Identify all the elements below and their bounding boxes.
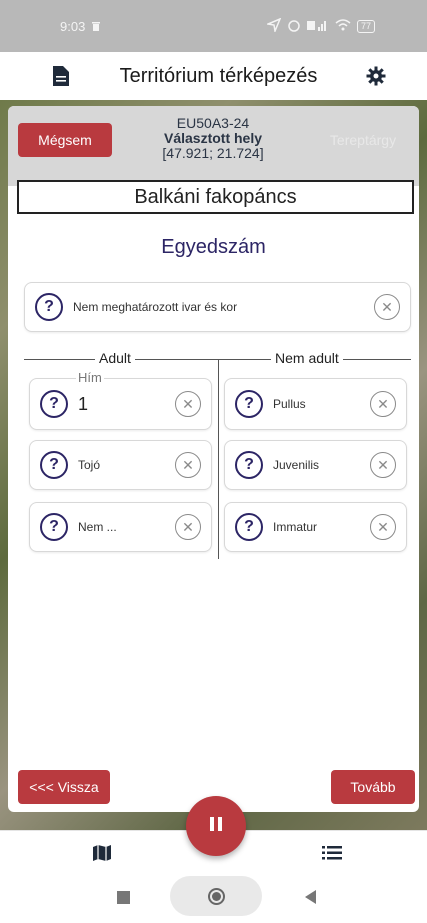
adult-male-label: Hím [76,370,104,385]
clear-icon[interactable]: ✕ [175,391,201,417]
status-bar: 9:03 77 [0,0,427,52]
question-icon[interactable]: ? [40,390,68,418]
pause-button[interactable] [186,796,246,856]
home-button[interactable] [170,876,262,916]
document-icon[interactable] [50,65,72,87]
clear-icon[interactable]: ✕ [370,452,396,478]
question-icon[interactable]: ? [235,513,263,541]
app-bar: Territórium térképezés [0,52,427,100]
non-adult-heading: Nem adult [271,350,343,366]
signal-icon [306,19,329,34]
section-title: Egyedszám [161,236,266,258]
question-icon[interactable]: ? [35,293,63,321]
question-icon[interactable]: ? [40,513,68,541]
location-label: Választott hely [163,130,263,146]
adult-heading: Adult [95,350,135,366]
non-adult-label: Pullus [273,397,306,411]
wifi-icon [335,18,351,34]
home-icon [207,887,225,905]
adult-female-row[interactable]: ? Tojó ✕ [29,440,212,490]
non-adult-row-juvenilis[interactable]: ? Juvenilis ✕ [224,440,407,490]
non-adult-label: Juvenilis [273,458,320,472]
non-adult-row-immatur[interactable]: ? Immatur ✕ [224,502,407,552]
location-arrow-icon [265,17,282,35]
clear-icon[interactable]: ✕ [175,514,201,540]
non-adult-row-pullus[interactable]: ? Pullus ✕ [224,378,407,430]
list-icon[interactable] [320,843,344,863]
clear-icon[interactable]: ✕ [175,452,201,478]
trash-icon [91,19,101,34]
page-title: Territórium térképezés [119,64,318,87]
gear-icon[interactable] [365,65,387,87]
observation-panel: Mégsem EU50A3-24 Választott hely [47.921… [8,106,419,812]
question-icon[interactable]: ? [40,451,68,479]
back-button[interactable]: <<< Vissza [18,770,110,804]
adult-female-label: Tojó [78,458,101,472]
adult-male-value[interactable]: 1 [78,394,175,415]
species-name: Balkáni fakopáncs [17,180,414,214]
adult-unknown-label: Nem ... [78,520,117,534]
clear-icon[interactable]: ✕ [374,294,400,320]
alarm-icon [287,18,301,35]
battery-icon: 77 [356,19,375,33]
clear-icon[interactable]: ✕ [370,391,396,417]
location-code: EU50A3-24 [176,115,250,131]
adult-unknown-row[interactable]: ? Nem ... ✕ [29,502,212,552]
adult-male-field[interactable]: ? 1 ✕ [29,378,212,430]
question-icon[interactable]: ? [235,451,263,479]
cancel-button[interactable]: Mégsem [18,123,112,157]
system-nav-bar [0,874,427,923]
map-icon[interactable] [90,843,114,863]
clear-icon[interactable]: ✕ [370,514,396,540]
recent-apps-icon[interactable] [117,891,130,904]
location-coordinates: [47.921; 21.724] [162,145,264,161]
back-nav-icon[interactable] [305,890,316,904]
unknown-sex-age-label: Nem meghatározott ivar és kor [73,300,238,314]
column-divider [218,359,219,559]
location-info: EU50A3-24 Választott hely [47.921; 21.72… [128,116,298,161]
feature-button[interactable]: Tereptárgy [317,123,409,157]
unknown-sex-age-row[interactable]: ? Nem meghatározott ivar és kor ✕ [24,282,411,332]
question-icon[interactable]: ? [235,390,263,418]
next-button[interactable]: Tovább [331,770,415,804]
non-adult-label: Immatur [273,520,318,534]
status-time: 9:03 [60,18,86,34]
pause-icon [209,816,223,837]
